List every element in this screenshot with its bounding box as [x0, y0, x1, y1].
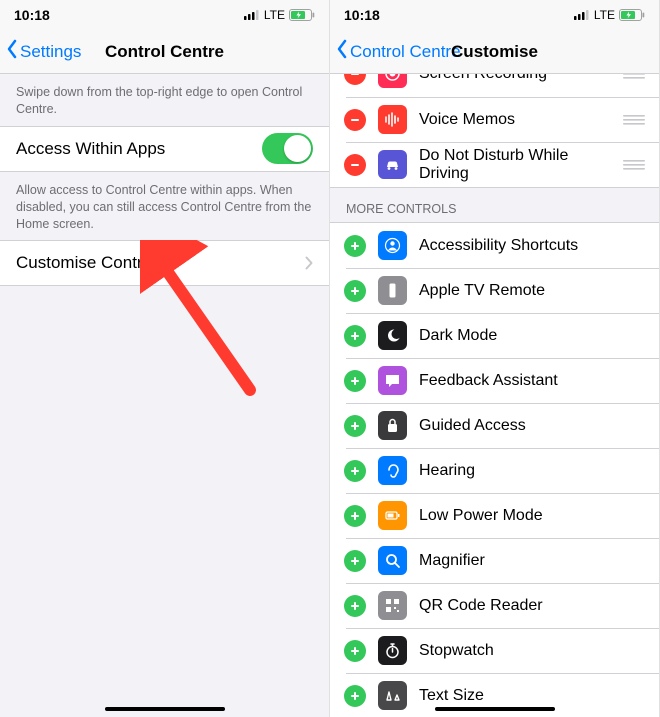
add-button[interactable]	[344, 280, 366, 302]
reorder-handle-icon[interactable]	[623, 115, 645, 125]
customise-label: Customise Controls	[16, 253, 164, 273]
nav-bar: Control Centre Customise	[330, 30, 659, 74]
text-icon	[378, 681, 407, 710]
status-time: 10:18	[14, 7, 50, 23]
screenshot-left: 10:18 LTE Settings Control Centre Swipe …	[0, 0, 330, 717]
control-row[interactable]: Feedback Assistant	[330, 358, 659, 403]
control-label: Feedback Assistant	[419, 372, 645, 390]
control-label: Guided Access	[419, 417, 645, 435]
chat-icon	[378, 366, 407, 395]
add-button[interactable]	[344, 505, 366, 527]
qr-icon	[378, 591, 407, 620]
access-toggle[interactable]	[262, 133, 313, 164]
control-label: Apple TV Remote	[419, 282, 645, 300]
signal-icon	[244, 10, 260, 20]
status-bar: 10:18 LTE	[0, 0, 329, 30]
status-time: 10:18	[344, 7, 380, 23]
control-label: Accessibility Shortcuts	[419, 237, 645, 255]
hint-swipe: Swipe down from the top-right edge to op…	[0, 74, 329, 126]
reorder-handle-icon[interactable]	[623, 74, 645, 79]
remote-icon	[378, 276, 407, 305]
control-row[interactable]: Dark Mode	[330, 313, 659, 358]
chevron-right-icon	[305, 256, 313, 270]
remove-button[interactable]	[344, 74, 366, 85]
back-label: Settings	[20, 42, 81, 62]
control-row[interactable]: Guided Access	[330, 403, 659, 448]
back-button[interactable]: Settings	[0, 39, 81, 64]
control-label: Stopwatch	[419, 642, 645, 660]
nav-bar: Settings Control Centre	[0, 30, 329, 74]
add-button[interactable]	[344, 595, 366, 617]
add-button[interactable]	[344, 370, 366, 392]
more-controls-list: Accessibility Shortcuts Apple TV Remote Da…	[330, 222, 659, 717]
carrier-label: LTE	[264, 8, 285, 22]
control-row[interactable]: Low Power Mode	[330, 493, 659, 538]
home-indicator	[435, 707, 555, 711]
control-label: Screen Recording	[419, 74, 611, 83]
control-row[interactable]: Apple TV Remote	[330, 268, 659, 313]
control-row[interactable]: Stopwatch	[330, 628, 659, 673]
control-label: Magnifier	[419, 552, 645, 570]
add-button[interactable]	[344, 460, 366, 482]
control-row[interactable]: QR Code Reader	[330, 583, 659, 628]
control-row[interactable]: Do Not Disturb While Driving	[330, 142, 659, 187]
access-within-apps-row[interactable]: Access Within Apps	[0, 127, 329, 171]
add-button[interactable]	[344, 640, 366, 662]
control-row[interactable]: Voice Memos	[330, 97, 659, 142]
control-label: Do Not Disturb While Driving	[419, 147, 611, 183]
hint-access: Allow access to Control Centre within ap…	[0, 172, 329, 241]
remove-button[interactable]	[344, 154, 366, 176]
back-label: Control Centre	[350, 42, 461, 62]
chevron-left-icon	[336, 39, 348, 64]
carrier-label: LTE	[594, 8, 615, 22]
search-icon	[378, 546, 407, 575]
battery-icon	[378, 501, 407, 530]
add-button[interactable]	[344, 235, 366, 257]
wave-icon	[378, 105, 407, 134]
customise-controls-row[interactable]: Customise Controls	[0, 241, 329, 285]
control-row[interactable]: Accessibility Shortcuts	[330, 223, 659, 268]
control-label: Hearing	[419, 462, 645, 480]
add-button[interactable]	[344, 415, 366, 437]
car-icon	[378, 150, 407, 179]
control-row[interactable]: Hearing	[330, 448, 659, 493]
status-bar: 10:18 LTE	[330, 0, 659, 30]
control-label: QR Code Reader	[419, 597, 645, 615]
add-button[interactable]	[344, 685, 366, 707]
battery-icon	[289, 9, 315, 21]
screenshot-right: 10:18 LTE Control Centre Customise Scree…	[330, 0, 660, 717]
stopwatch-icon	[378, 636, 407, 665]
remove-button[interactable]	[344, 109, 366, 131]
chevron-left-icon	[6, 39, 18, 64]
included-controls-list: Screen Recording Voice Memos Do Not Distur…	[330, 74, 659, 188]
control-label: Text Size	[419, 687, 645, 705]
control-label: Low Power Mode	[419, 507, 645, 525]
control-label: Voice Memos	[419, 111, 611, 129]
record-icon	[378, 74, 407, 88]
more-controls-header: MORE CONTROLS	[330, 188, 659, 222]
control-label: Dark Mode	[419, 327, 645, 345]
access-label: Access Within Apps	[16, 139, 165, 159]
home-indicator	[105, 707, 225, 711]
add-button[interactable]	[344, 325, 366, 347]
back-button[interactable]: Control Centre	[330, 39, 461, 64]
lock-icon	[378, 411, 407, 440]
control-row[interactable]: Screen Recording	[330, 74, 659, 97]
battery-icon	[619, 9, 645, 21]
reorder-handle-icon[interactable]	[623, 160, 645, 170]
person-icon	[378, 231, 407, 260]
add-button[interactable]	[344, 550, 366, 572]
ear-icon	[378, 456, 407, 485]
moon-icon	[378, 321, 407, 350]
control-row[interactable]: Magnifier	[330, 538, 659, 583]
signal-icon	[574, 10, 590, 20]
